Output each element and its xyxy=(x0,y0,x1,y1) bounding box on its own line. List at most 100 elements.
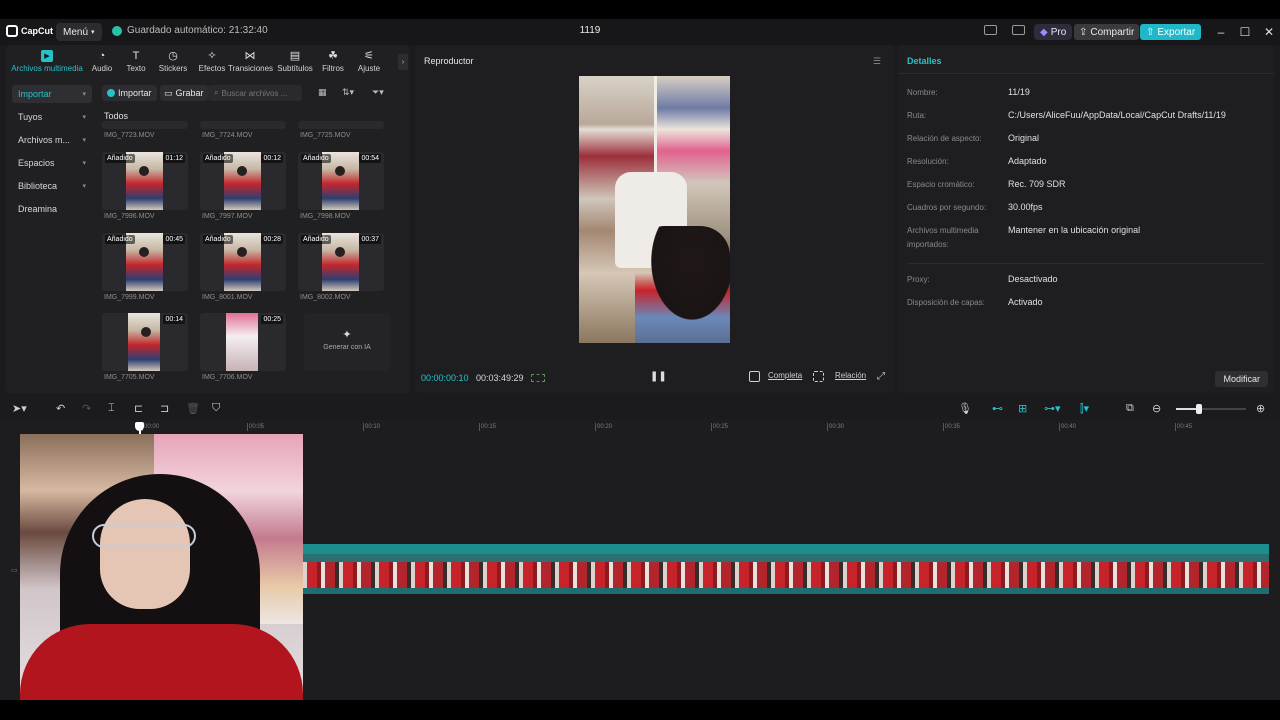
video-preview[interactable] xyxy=(579,76,730,343)
detail-label: Proxy: xyxy=(907,275,930,284)
tab-stickers[interactable]: ◷ Stickers xyxy=(157,50,189,73)
generate-ai-button[interactable]: ✦ Generar con IA xyxy=(304,313,390,371)
export-label: Exportar xyxy=(1157,26,1196,38)
media-item[interactable]: IMG_7723.MOV xyxy=(102,121,188,139)
media-item[interactable]: Añadido 01:12 IMG_7996.MOV xyxy=(102,152,188,220)
chevron-down-icon: ▾ xyxy=(82,91,86,98)
sidebar-item-label: Archivos m... xyxy=(18,135,71,145)
sidebar-item-yours[interactable]: Tuyos ▾ xyxy=(12,108,92,126)
media-item[interactable]: Añadido 00:37 IMG_8002.MOV xyxy=(298,233,384,301)
microphone-icon[interactable]: 🎙 xyxy=(958,402,972,415)
main-track-magnet-icon[interactable]: ⊷ xyxy=(992,402,1003,415)
zoom-slider[interactable] xyxy=(1176,404,1246,414)
auto-snap-icon[interactable]: ⊞ xyxy=(1018,402,1027,415)
media-item[interactable]: Añadido 00:54 IMG_7998.MOV xyxy=(298,152,384,220)
media-panel: ▸ Archivos multimedia ◔ Audio T Texto ◷ … xyxy=(6,45,410,393)
zoom-out-icon[interactable]: ⊖ xyxy=(1152,402,1161,415)
media-item[interactable]: Añadido 00:45 IMG_7999.MOV xyxy=(102,233,188,301)
chevron-right-icon[interactable]: › xyxy=(398,54,408,70)
shield-icon[interactable]: ⛉ xyxy=(212,402,220,415)
clip-filmstrip xyxy=(303,562,1269,588)
sort-icon[interactable]: ⇅▾ xyxy=(342,87,354,98)
crop-icon[interactable] xyxy=(749,371,760,382)
aspect-ratio-button[interactable]: Relación xyxy=(835,371,866,380)
redo-icon[interactable]: ↷ xyxy=(82,402,91,415)
chevron-down-icon: ▾ xyxy=(82,137,86,144)
media-item[interactable]: IMG_7724.MOV xyxy=(200,121,286,139)
modify-button[interactable]: Modificar xyxy=(1215,371,1268,387)
caption-icon[interactable]: ⧉ xyxy=(1126,402,1134,415)
split-icon[interactable]: ⌶ xyxy=(108,402,115,415)
screenshot-icon[interactable] xyxy=(813,371,824,382)
minimize-icon[interactable]: – xyxy=(1214,24,1228,40)
media-item[interactable]: 00:14 IMG_7705.MOV xyxy=(102,313,188,381)
zoom-slider-knob[interactable] xyxy=(1196,404,1202,414)
tab-media[interactable]: ▸ Archivos multimedia xyxy=(9,50,85,73)
sidebar-item-media-files[interactable]: Archivos m... ▾ xyxy=(12,131,92,149)
tab-transitions[interactable]: ⋈ Transiciones xyxy=(228,50,274,73)
record-button[interactable]: ▭ Grabar xyxy=(160,85,208,101)
undo-icon[interactable]: ↶ xyxy=(56,402,65,415)
track-lock-icon[interactable]: ▭ xyxy=(11,566,18,574)
sidebar-item-spaces[interactable]: Espacios ▾ xyxy=(12,154,92,172)
filter-icon[interactable]: ⏷▾ xyxy=(372,87,384,98)
detail-value: Mantener en la ubicación original xyxy=(1008,225,1141,235)
subtitles-icon: ▤ xyxy=(289,50,301,62)
media-item[interactable]: Añadido 00:28 IMG_8001.MOV xyxy=(200,233,286,301)
sidebar-item-dreamina[interactable]: Dreamina xyxy=(12,200,92,218)
export-button[interactable]: ⇧ Exportar xyxy=(1140,24,1202,40)
autosave-text: Guardado automático: 21:32:40 xyxy=(127,25,268,36)
preview-axis-icon[interactable]: ⫿▾ xyxy=(1080,402,1089,416)
tab-text[interactable]: T Texto xyxy=(123,50,149,73)
detail-value: 11/19 xyxy=(1008,87,1030,97)
tab-effects[interactable]: ✧ Efectos xyxy=(197,50,227,73)
split-left-icon[interactable]: ⊏ xyxy=(134,402,143,415)
sidebar-item-library[interactable]: Biblioteca ▾ xyxy=(12,177,92,195)
tab-adjust[interactable]: ⚟ Ajuste xyxy=(356,50,382,73)
detail-value: Activado xyxy=(1008,297,1043,307)
video-track-clip[interactable] xyxy=(303,544,1269,594)
detail-label: Nombre: xyxy=(907,88,938,97)
zoom-in-icon[interactable]: ⊕ xyxy=(1256,402,1265,415)
media-filename: IMG_7999.MOV xyxy=(104,294,155,301)
import-button[interactable]: Importar xyxy=(102,85,157,101)
maximize-icon[interactable]: ☐ xyxy=(1238,24,1252,40)
ruler-tick: 00:20 xyxy=(594,423,613,431)
search-input[interactable] xyxy=(221,88,296,98)
menu-button[interactable]: Menú ▾ xyxy=(56,23,102,41)
linkage-icon[interactable]: ⊶▾ xyxy=(1044,402,1061,415)
grid-view-icon[interactable]: ▦ xyxy=(318,87,327,98)
full-quality-button[interactable]: Completa xyxy=(768,371,802,380)
media-item[interactable]: IMG_7725.MOV xyxy=(298,121,384,139)
select-cursor-icon[interactable]: ➤▾ xyxy=(12,402,27,415)
current-timecode: 00:00:00:10 xyxy=(421,373,469,383)
pause-icon[interactable]: ❚❚ xyxy=(650,371,667,382)
pro-button[interactable]: ◆ Pro xyxy=(1034,24,1073,40)
divider xyxy=(907,263,1265,264)
tab-audio[interactable]: ◔ Audio xyxy=(89,50,115,73)
media-item[interactable]: Añadido 00:12 IMG_7997.MOV xyxy=(200,152,286,220)
delete-icon[interactable]: 🗑 xyxy=(186,402,200,415)
media-sidebar: Importar ▾ Tuyos ▾ Archivos m... ▾ Espac… xyxy=(12,85,92,223)
search-field[interactable]: ⌕ xyxy=(208,85,302,101)
share-button[interactable]: ⇪ Compartir xyxy=(1074,24,1140,40)
chevron-down-icon: ▾ xyxy=(82,160,86,167)
clip-preview-face xyxy=(237,166,247,176)
sidebar-item-import[interactable]: Importar ▾ xyxy=(12,85,92,103)
layout-icon[interactable] xyxy=(984,25,997,35)
tab-transitions-label: Transiciones xyxy=(228,64,274,73)
tab-filters[interactable]: ☘ Filtros xyxy=(320,50,346,73)
detail-value: Adaptado xyxy=(1008,156,1047,166)
hamburger-menu-icon[interactable]: ☰ xyxy=(873,56,881,67)
detail-value: Rec. 709 SDR xyxy=(1008,179,1066,189)
chevron-down-icon: ▾ xyxy=(82,114,86,121)
keyboard-icon[interactable] xyxy=(1012,25,1025,35)
tab-subtitles[interactable]: ▤ Subtítulos xyxy=(277,50,313,73)
split-right-icon[interactable]: ⊐ xyxy=(160,402,169,415)
media-thumbnail: Añadido 00:12 xyxy=(200,152,286,210)
fullscreen-icon[interactable]: ⤢ xyxy=(877,371,885,382)
clip-audio-waveform xyxy=(303,588,1269,594)
close-icon[interactable]: ✕ xyxy=(1262,24,1276,40)
total-duration: 00:03:49:29 xyxy=(476,373,524,383)
media-item[interactable]: 00:25 IMG_7706.MOV xyxy=(200,313,286,381)
